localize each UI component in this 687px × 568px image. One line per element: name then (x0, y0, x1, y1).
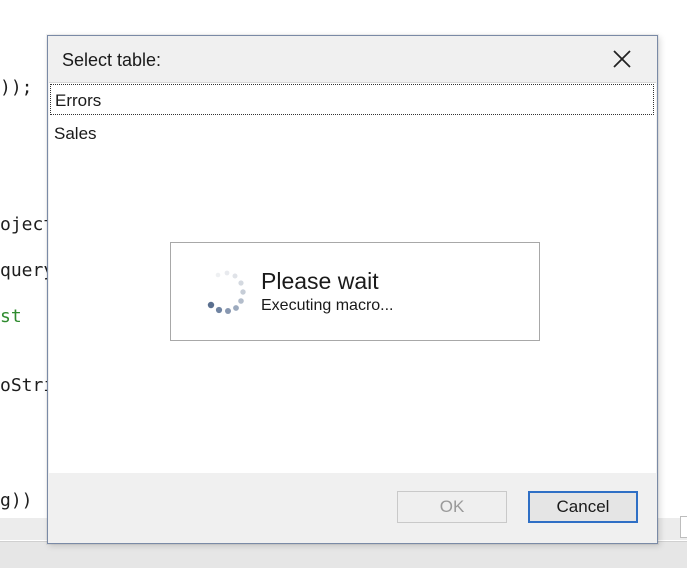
close-icon (613, 50, 631, 68)
code-line: )); (0, 77, 33, 98)
code-line: st (0, 306, 22, 327)
list-item-errors[interactable]: Errors (50, 84, 654, 115)
close-button[interactable] (594, 38, 650, 80)
dialog-titlebar: Select table: (48, 36, 657, 82)
loading-spinner-icon (202, 265, 252, 317)
dialog-footer: OK Cancel (48, 473, 657, 543)
dialog-title: Select table: (62, 50, 162, 70)
ok-button[interactable]: OK (397, 491, 507, 523)
horizontal-scrollbar[interactable] (0, 518, 48, 540)
list-item-sales[interactable]: Sales (50, 118, 654, 149)
select-table-dialog: Select table: Errors Sales Please wait E… (47, 35, 658, 544)
please-wait-panel: Please wait Executing macro... (170, 242, 540, 341)
wait-title: Please wait (261, 268, 379, 294)
status-bar (0, 541, 687, 568)
cancel-button[interactable]: Cancel (528, 491, 638, 523)
wait-subtitle: Executing macro... (261, 297, 394, 314)
editor-corner-widget (680, 516, 687, 538)
code-line: g)) (0, 490, 33, 511)
table-listbox[interactable]: Errors Sales Please wait Executing macro… (49, 82, 656, 474)
